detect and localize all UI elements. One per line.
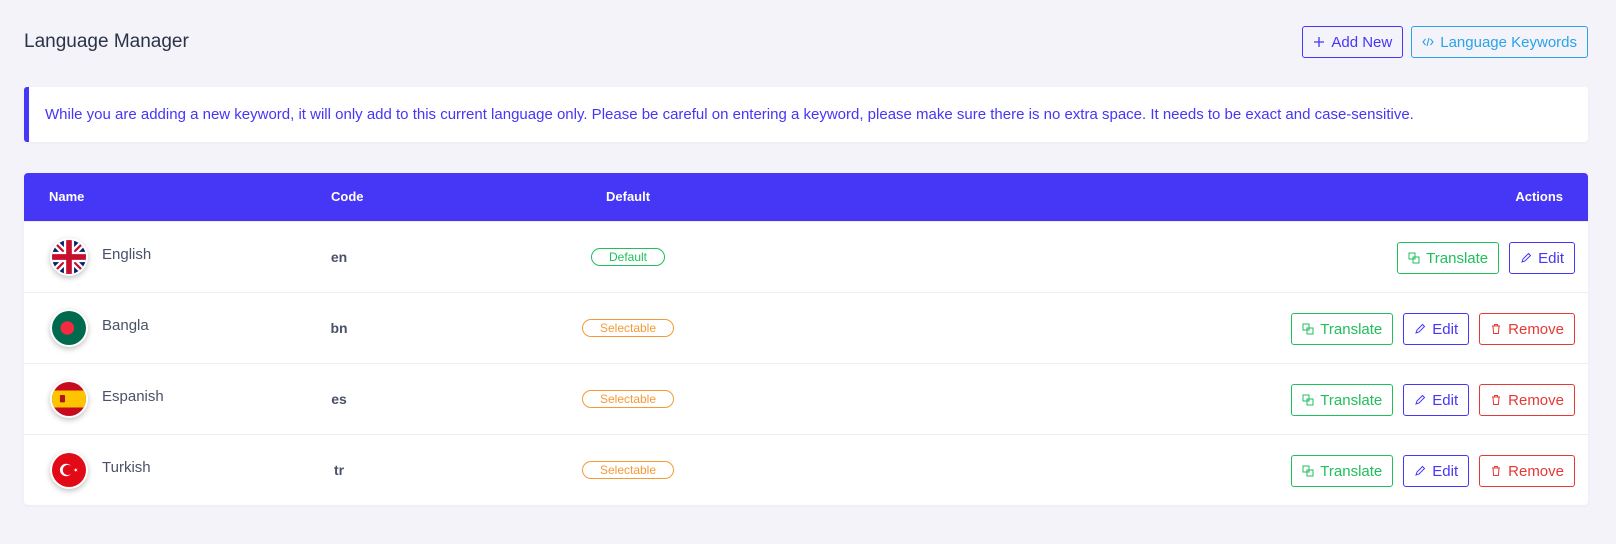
row-actions: Translate Edit Remove [1291,455,1575,487]
table-header: Name Code Default Actions [24,173,1588,221]
pencil-icon [1415,465,1426,476]
edit-label: Edit [1538,249,1564,267]
turkey-flag-icon [50,451,88,489]
pencil-icon [1415,394,1426,405]
remove-button[interactable]: Remove [1479,313,1575,345]
translate-icon [1302,323,1314,335]
page-header: Language Manager Add New Language Keywor… [24,26,1588,58]
trash-icon [1492,466,1501,476]
table-row: Espanish es Selectable Translate Edit Re… [24,363,1588,434]
column-actions: Actions [1515,189,1563,204]
language-code: es [331,391,347,407]
edit-label: Edit [1432,462,1459,480]
spain-flag-icon [50,380,88,418]
column-default: Default [606,189,651,204]
pencil-icon [1521,252,1532,263]
remove-button[interactable]: Remove [1479,384,1575,416]
language-name: Turkish [102,459,151,476]
row-actions: Translate Edit Remove [1291,313,1575,345]
pencil-icon [1415,323,1426,334]
translate-button[interactable]: Translate [1291,455,1394,487]
table-row: Turkish tr Selectable Translate Edit Rem… [24,434,1588,505]
translate-button[interactable]: Translate [1291,384,1394,416]
header-actions: Add New Language Keywords [1302,26,1588,58]
translate-label: Translate [1320,462,1383,480]
language-name: Espanish [102,388,164,405]
status-badge: Selectable [582,319,674,337]
status-badge: Selectable [582,390,674,408]
translate-label: Translate [1320,391,1383,409]
edit-button[interactable]: Edit [1403,384,1470,416]
language-code: en [330,249,348,265]
remove-label: Remove [1508,462,1564,480]
add-new-button[interactable]: Add New [1302,26,1404,58]
remove-button[interactable]: Remove [1479,455,1575,487]
trash-icon [1492,395,1501,405]
language-keywords-label: Language Keywords [1440,33,1577,51]
languages-table: Name Code Default Actions English en Def… [24,173,1588,505]
language-name: Bangla [102,317,149,334]
language-keywords-button[interactable]: Language Keywords [1411,26,1588,58]
plus-icon [1314,37,1325,47]
edit-button[interactable]: Edit [1403,313,1470,345]
code-icon [1422,37,1434,47]
row-actions: Translate Edit Remove [1291,384,1575,416]
translate-icon [1302,465,1314,477]
translate-icon [1408,252,1420,264]
translate-label: Translate [1320,320,1383,338]
remove-label: Remove [1508,391,1564,409]
status-badge: Selectable [582,461,674,479]
edit-button[interactable]: Edit [1403,455,1470,487]
language-code: bn [330,320,348,336]
language-code: tr [333,462,345,478]
alert-text: While you are adding a new keyword, it w… [45,106,1414,123]
row-actions: Translate Edit [1397,242,1575,274]
translate-icon [1302,394,1314,406]
status-badge: Default [591,248,665,266]
trash-icon [1492,324,1501,334]
language-name: English [102,246,152,263]
column-code: Code [331,189,364,204]
column-name: Name [49,189,85,204]
translate-button[interactable]: Translate [1397,242,1500,274]
edit-label: Edit [1432,320,1459,338]
table-row: Bangla bn Selectable Translate Edit Remo… [24,292,1588,363]
page-title: Language Manager [24,31,189,52]
uk-flag-icon [50,238,88,276]
translate-button[interactable]: Translate [1291,313,1394,345]
info-alert: While you are adding a new keyword, it w… [24,87,1588,142]
remove-label: Remove [1508,320,1564,338]
edit-button[interactable]: Edit [1509,242,1575,274]
table-row: English en Default Translate Edit [24,221,1588,292]
add-new-label: Add New [1331,33,1393,51]
translate-label: Translate [1426,249,1489,267]
edit-label: Edit [1432,391,1459,409]
bangladesh-flag-icon [50,309,88,347]
